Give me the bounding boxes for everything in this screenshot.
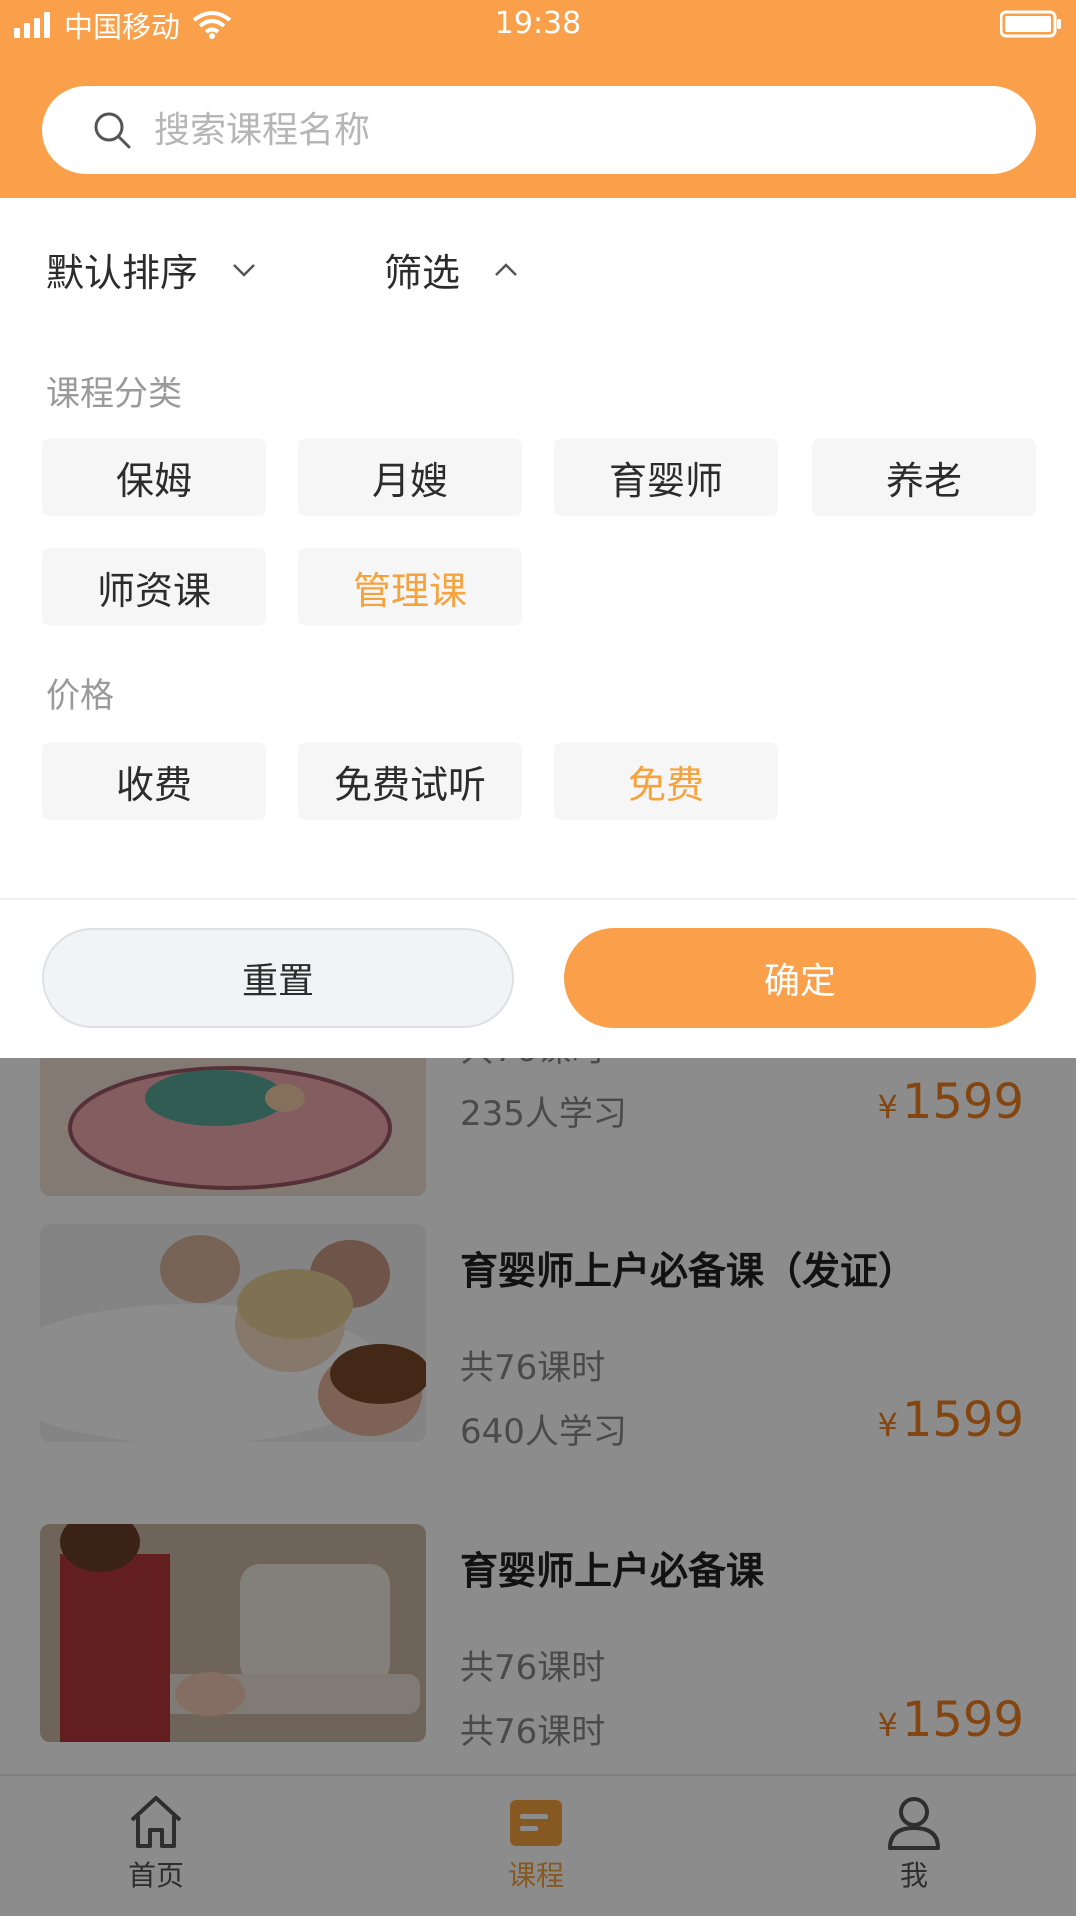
tab-courses[interactable]: 课程	[456, 1794, 616, 1894]
course-lessons: 共76课时	[460, 1348, 606, 1388]
course-title: 育婴师上户必备课	[460, 1549, 765, 1593]
status-bar: 中国移动 19:38	[0, 0, 1076, 50]
tab-courses-label: 课程	[507, 1859, 564, 1892]
chevron-up-icon	[495, 262, 517, 276]
course-thumbnail	[40, 1058, 426, 1196]
course-price: ¥1599	[877, 1392, 1024, 1448]
category-chip[interactable]: 保姆	[42, 438, 266, 516]
course-thumbnail	[40, 1224, 426, 1442]
category-chip[interactable]: 月嫂	[298, 438, 522, 516]
profile-icon	[888, 1797, 940, 1850]
course-title: 育婴师上户必备课（发证）	[460, 1249, 917, 1293]
course-item[interactable]: 共76课时 235人学习 ¥1599	[0, 1058, 1076, 1198]
course-item[interactable]: 育婴师上户必备课 共76课时 共76课时 ¥1599	[0, 1524, 1076, 1752]
course-list: 共76课时 235人学习 ¥1599 育婴师上户必备课（发证） 共76课时 64…	[0, 1058, 1076, 1774]
tab-home[interactable]: 首页	[76, 1794, 236, 1894]
course-learners: 640人学习	[460, 1412, 627, 1452]
chevron-down-icon	[233, 263, 255, 277]
price-chip[interactable]: 免费试听	[298, 742, 522, 820]
battery-icon	[1000, 10, 1061, 38]
price-chip[interactable]: 收费	[42, 742, 266, 820]
tab-me-label: 我	[899, 1859, 928, 1892]
status-time: 19:38	[494, 6, 582, 41]
reset-button[interactable]: 重置	[42, 928, 514, 1028]
search-bar[interactable]	[42, 86, 1036, 174]
course-price: ¥1599	[877, 1074, 1024, 1130]
courses-icon	[510, 1800, 562, 1846]
course-learners: 共76课时	[460, 1712, 606, 1752]
default-sort-label: 默认排序	[46, 251, 199, 295]
search-icon	[94, 112, 131, 149]
course-learners: 235人学习	[460, 1094, 627, 1134]
course-lessons: 共76课时	[460, 1058, 605, 1071]
tab-me[interactable]: 我	[834, 1794, 994, 1894]
home-icon	[130, 1796, 182, 1848]
course-item[interactable]: 育婴师上户必备课（发证） 共76课时 640人学习 ¥1599	[0, 1224, 1076, 1452]
category-chip[interactable]: 师资课	[42, 548, 266, 626]
category-section-title: 课程分类	[46, 374, 182, 414]
filter-panel: 默认排序 筛选 课程分类 保姆 月嫂 育婴师 养老 师资课 管理课 价格 收费 …	[0, 198, 1076, 1058]
confirm-button[interactable]: 确定	[564, 928, 1036, 1028]
category-chip[interactable]: 养老	[812, 438, 1036, 516]
header: 中国移动 19:38	[0, 0, 1076, 198]
default-sort-dropdown[interactable]: 默认排序	[46, 242, 256, 297]
search-input[interactable]	[154, 109, 954, 151]
course-thumbnail	[40, 1524, 426, 1742]
category-chip[interactable]: 育婴师	[554, 438, 778, 516]
tab-home-label: 首页	[127, 1859, 184, 1892]
sort-row: 默认排序 筛选	[0, 242, 1076, 312]
tab-bar: 首页 课程 我	[0, 1774, 1076, 1916]
price-chip-selected[interactable]: 免费	[554, 742, 778, 820]
course-price: ¥1599	[877, 1692, 1024, 1748]
course-lessons: 共76课时	[460, 1648, 606, 1688]
category-chip-selected[interactable]: 管理课	[298, 548, 522, 626]
filter-label: 筛选	[384, 251, 461, 295]
filter-toggle[interactable]: 筛选	[384, 242, 518, 297]
panel-divider	[0, 898, 1076, 900]
price-section-title: 价格	[46, 676, 114, 716]
